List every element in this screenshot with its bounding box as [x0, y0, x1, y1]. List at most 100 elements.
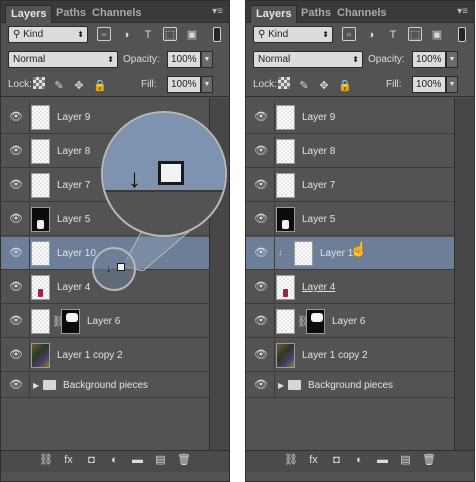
eye-icon[interactable]: 👁: [9, 282, 23, 293]
type-filter-icon[interactable]: T: [386, 28, 400, 42]
fill-input[interactable]: 100%: [412, 76, 446, 93]
filter-toggle[interactable]: [213, 27, 221, 42]
layer-row[interactable]: 👁 Layer 9: [246, 101, 454, 134]
layer-thumbnail: [294, 241, 313, 266]
layer-row[interactable]: 👁 ⛓ Layer 6: [246, 305, 454, 338]
group-row[interactable]: 👁 ▶ Background pieces: [246, 373, 454, 398]
eye-icon[interactable]: 👁: [254, 248, 268, 259]
eye-icon[interactable]: 👁: [254, 350, 268, 361]
eye-icon[interactable]: 👁: [9, 380, 23, 391]
add-mask-icon[interactable]: ◘: [85, 454, 98, 467]
eye-icon[interactable]: 👁: [9, 248, 23, 259]
eye-icon[interactable]: 👁: [9, 112, 23, 123]
adjustment-layer-icon[interactable]: ◐: [108, 454, 121, 467]
layer-name: Layer 9: [302, 112, 336, 123]
lock-move-icon[interactable]: ✥: [73, 80, 85, 92]
opacity-input[interactable]: 100%: [412, 51, 446, 68]
kind-filter-select[interactable]: ⚲ Kind ⬍: [253, 26, 333, 43]
new-layer-icon[interactable]: ▤: [154, 454, 167, 467]
opacity-dropdown-icon[interactable]: ▼: [446, 51, 458, 68]
lock-move-icon[interactable]: ✥: [318, 80, 330, 92]
layer-thumbnail: [276, 207, 295, 232]
eye-icon[interactable]: 👁: [9, 316, 23, 327]
fill-dropdown-icon[interactable]: ▼: [446, 76, 458, 93]
layer-mask-thumbnail[interactable]: [61, 309, 80, 334]
add-mask-icon[interactable]: ◘: [330, 454, 343, 467]
trash-icon[interactable]: 🗑: [177, 454, 191, 467]
clipping-mask-icon: [158, 161, 184, 185]
panel-menu-icon[interactable]: ▾≡: [212, 6, 223, 17]
trash-icon[interactable]: 🗑: [422, 454, 436, 467]
new-group-icon[interactable]: ▬: [376, 454, 389, 467]
layer-row[interactable]: 👁 Layer 8: [246, 135, 454, 168]
layer-name: Layer 4: [57, 282, 91, 293]
fill-dropdown-icon[interactable]: ▼: [201, 76, 213, 93]
layer-row[interactable]: 👁 Layer 4: [246, 271, 454, 304]
lock-brush-icon[interactable]: ✎: [53, 80, 65, 92]
type-filter-icon[interactable]: T: [141, 28, 155, 42]
shape-filter-icon[interactable]: ⬚: [408, 27, 422, 41]
tab-channels[interactable]: Channels: [87, 5, 147, 23]
shape-filter-icon[interactable]: ⬚: [163, 27, 177, 41]
fx-icon[interactable]: fx: [62, 454, 75, 467]
blend-mode-select[interactable]: Normal ⬍: [253, 51, 363, 68]
tab-channels[interactable]: Channels: [332, 5, 392, 23]
eye-icon[interactable]: 👁: [254, 316, 268, 327]
tab-layers[interactable]: Layers: [250, 5, 298, 23]
link-layers-icon[interactable]: ⛓: [39, 454, 53, 467]
layer-row[interactable]: 👁 Layer 1 copy 2: [246, 339, 454, 372]
tab-layers[interactable]: Layers: [5, 5, 53, 23]
layer-mask-thumbnail[interactable]: [306, 309, 325, 334]
group-row[interactable]: 👁 ▶ Background pieces: [1, 373, 209, 398]
eye-icon[interactable]: 👁: [9, 146, 23, 157]
fill-input[interactable]: 100%: [167, 76, 201, 93]
link-layers-icon[interactable]: ⛓: [284, 454, 298, 467]
lock-transparent-icon[interactable]: [278, 77, 290, 89]
tab-paths[interactable]: Paths: [51, 5, 91, 23]
opacity-dropdown-icon[interactable]: ▼: [201, 51, 213, 68]
lock-brush-icon[interactable]: ✎: [298, 80, 310, 92]
eye-icon[interactable]: 👁: [254, 214, 268, 225]
blend-mode-select[interactable]: Normal ⬍: [8, 51, 118, 68]
new-layer-icon[interactable]: ▤: [399, 454, 412, 467]
smart-object-filter-icon[interactable]: ▣: [185, 28, 199, 42]
lock-all-icon[interactable]: 🔒: [338, 80, 352, 92]
layer-thumbnail: [31, 139, 50, 164]
smart-object-filter-icon[interactable]: ▣: [430, 28, 444, 42]
adjustment-layer-icon[interactable]: ◐: [353, 454, 366, 467]
adjustment-filter-icon[interactable]: ◑: [364, 28, 378, 42]
expand-triangle-icon[interactable]: ▶: [33, 381, 39, 390]
lock-transparent-icon[interactable]: [33, 77, 45, 89]
pixel-filter-icon[interactable]: ▫: [342, 27, 356, 41]
eye-icon[interactable]: 👁: [9, 180, 23, 191]
eye-icon[interactable]: 👁: [254, 282, 268, 293]
filter-toggle[interactable]: [458, 27, 466, 42]
eye-icon[interactable]: 👁: [9, 350, 23, 361]
kind-filter-select[interactable]: ⚲ Kind ⬍: [8, 26, 88, 43]
fx-icon[interactable]: fx: [307, 454, 320, 467]
lock-all-icon[interactable]: 🔒: [93, 80, 107, 92]
pixel-filter-icon[interactable]: ▫: [97, 27, 111, 41]
layer-row-selected[interactable]: 👁 ↓ Layer 10 ☝: [246, 237, 454, 270]
eye-icon[interactable]: 👁: [254, 146, 268, 157]
expand-triangle-icon[interactable]: ▶: [278, 381, 284, 390]
eye-icon[interactable]: 👁: [9, 214, 23, 225]
layer-thumbnail: [31, 105, 50, 130]
scrollbar[interactable]: [454, 98, 474, 450]
layer-row[interactable]: 👁 ⛓ Layer 6: [1, 305, 209, 338]
tab-paths[interactable]: Paths: [296, 5, 336, 23]
eye-icon[interactable]: 👁: [254, 112, 268, 123]
layer-row[interactable]: 👁 Layer 1 copy 2: [1, 339, 209, 372]
layer-thumbnail: [31, 275, 50, 300]
opacity-input[interactable]: 100%: [167, 51, 201, 68]
layer-row[interactable]: 👁 Layer 5: [246, 203, 454, 236]
eye-icon[interactable]: 👁: [254, 180, 268, 191]
layer-row[interactable]: 👁 Layer 7: [246, 169, 454, 202]
panel-menu-icon[interactable]: ▾≡: [457, 6, 468, 17]
layer-thumbnail: [31, 207, 50, 232]
layers-panel-right: Layers Paths Channels ▾≡ ⚲ Kind ⬍ ▫ ◑ T ⬚ ▣ …: [245, 0, 475, 482]
eye-icon[interactable]: 👁: [254, 380, 268, 391]
layer-name: Layer 8: [302, 146, 336, 157]
adjustment-filter-icon[interactable]: ◑: [119, 28, 133, 42]
new-group-icon[interactable]: ▬: [131, 454, 144, 467]
